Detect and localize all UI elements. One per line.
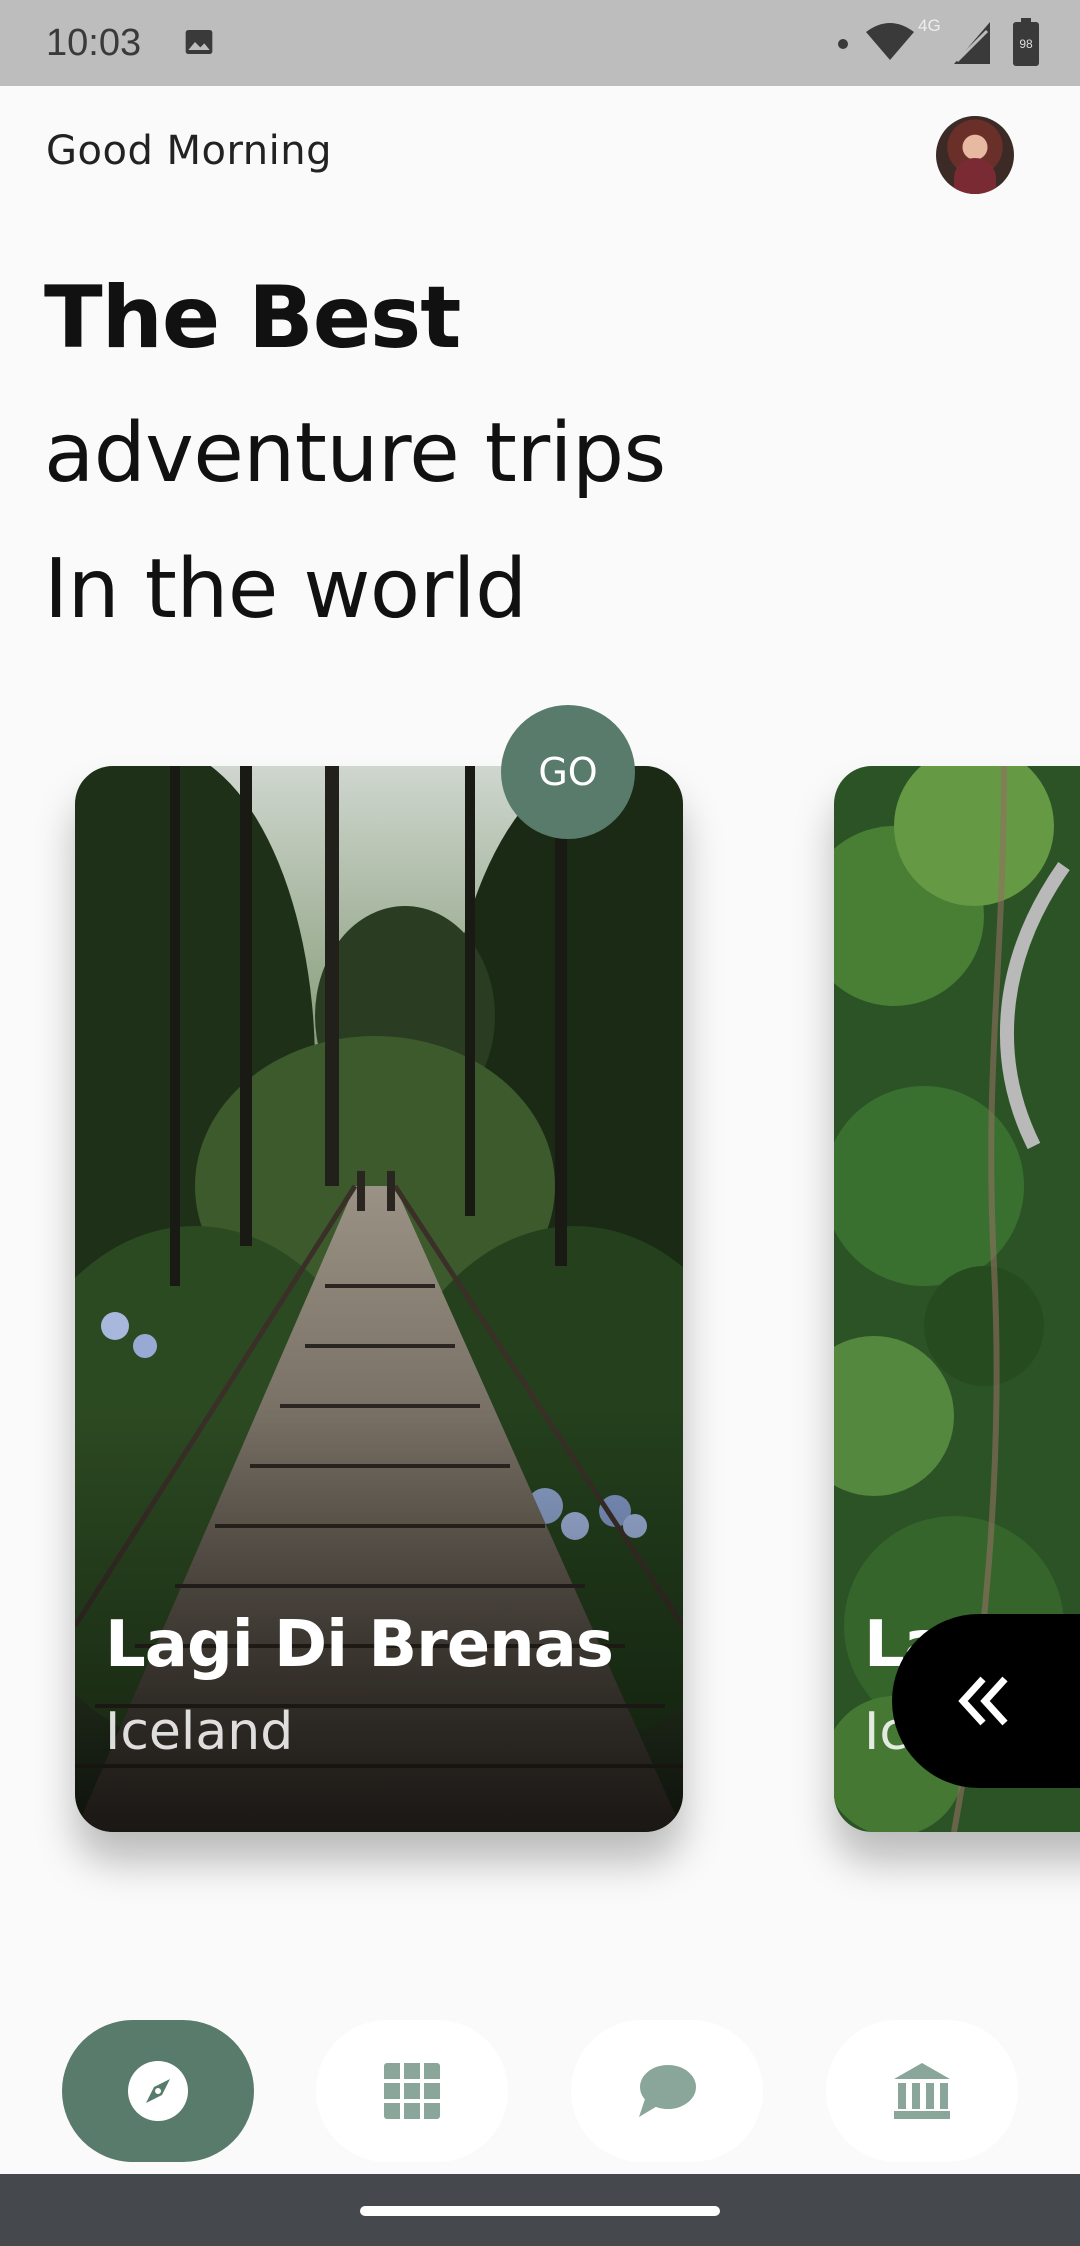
battery-level: 98 xyxy=(1019,37,1033,51)
go-button[interactable]: GO xyxy=(501,705,635,839)
status-bar: 10:03 4G 98 xyxy=(0,0,1080,86)
signal-icon xyxy=(954,22,990,64)
double-chevron-left-icon xyxy=(958,1676,1008,1726)
trip-card-title: Lagi Di Brenas xyxy=(105,1608,614,1682)
nav-bank[interactable] xyxy=(826,2020,1018,2162)
greeting-text: Good Morning xyxy=(46,128,332,174)
bank-icon xyxy=(894,2063,950,2119)
headline-line-2: adventure trips xyxy=(44,406,666,501)
system-navigation-bar xyxy=(0,2174,1080,2246)
nav-explore[interactable] xyxy=(62,2020,254,2162)
compass-icon xyxy=(128,2061,188,2121)
nav-messages[interactable] xyxy=(571,2020,763,2162)
profile-avatar[interactable] xyxy=(936,116,1014,194)
wifi-icon xyxy=(866,23,914,60)
headline-line-3: In the world xyxy=(44,542,527,637)
trip-card-location: Iceland xyxy=(105,1702,294,1762)
notification-dot-icon xyxy=(838,39,848,49)
image-icon xyxy=(185,30,213,54)
network-type: 4G xyxy=(918,16,941,35)
chat-icon xyxy=(639,2065,696,2117)
screen: 10:03 4G 98 Good Morning The Best advent… xyxy=(0,0,1080,2246)
previous-card-button[interactable] xyxy=(892,1614,1080,1788)
headline-line-1: The Best xyxy=(44,268,461,368)
nav-grid[interactable] xyxy=(316,2020,508,2162)
bottom-navigation xyxy=(0,2016,1080,2166)
trip-card-lagi-di-brenas[interactable]: Lagi Di Brenas Iceland xyxy=(75,766,683,1832)
page-headline: The Best adventure trips In the world xyxy=(44,250,666,658)
home-gesture-handle[interactable] xyxy=(360,2206,720,2216)
grid-icon xyxy=(384,2063,440,2119)
status-time: 10:03 xyxy=(46,22,142,64)
